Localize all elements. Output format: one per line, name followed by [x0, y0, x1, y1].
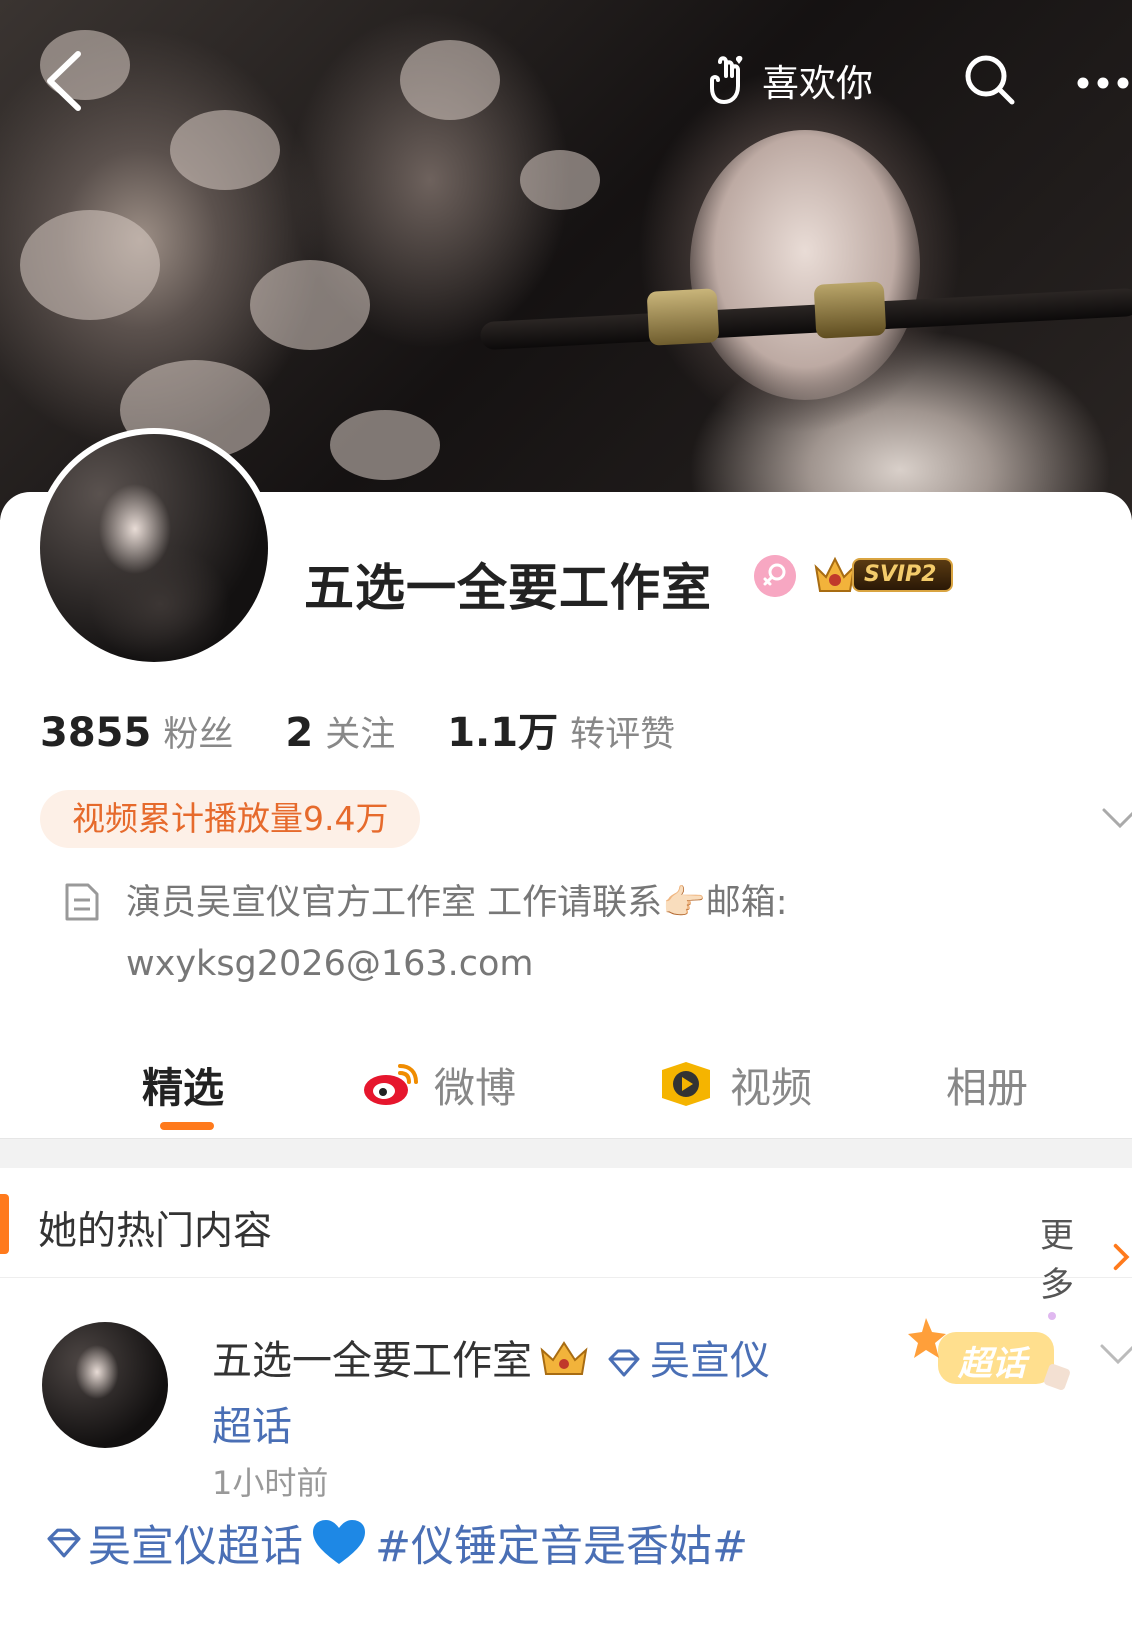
bio-text: 演员吴宣仪官方工作室 工作请联系👉🏻邮箱: — [126, 883, 788, 923]
female-icon — [754, 555, 796, 597]
diamond-icon — [608, 1349, 640, 1377]
section-divider — [0, 1138, 1132, 1168]
cover-sword-guard — [813, 281, 887, 339]
tab-album[interactable]: 相册 — [946, 1054, 1028, 1114]
diamond-icon — [47, 1528, 81, 1558]
svip-badge[interactable]: SVIP2 — [812, 553, 953, 597]
post-avatar[interactable] — [42, 1322, 168, 1448]
weibo-icon — [364, 1064, 418, 1105]
chaohua-badge[interactable]: 超话 — [902, 1310, 1082, 1406]
post-card[interactable]: 五选一全要工作室 吴宣仪超话 1小时前 超话 吴宣仪超话 #仪锤定音是香姑# — [0, 1280, 1132, 1626]
stat-value: 2 — [285, 710, 314, 756]
tab-weibo[interactable]: 微博 — [362, 1054, 516, 1114]
stat-value: 1.1万 — [447, 710, 559, 756]
bio-email: wxyksg2026@163.com — [126, 944, 534, 984]
blossom-decoration — [20, 210, 160, 320]
stat-label: 粉丝 — [163, 715, 234, 755]
cover-sword-guard — [646, 288, 720, 346]
tab-label: 精选 — [142, 1064, 224, 1112]
document-icon — [65, 883, 99, 921]
chevron-down-icon[interactable] — [1098, 1342, 1132, 1366]
post-time: 1小时前 — [212, 1464, 329, 1502]
stat-following[interactable]: 2 关注 — [285, 706, 395, 757]
chevron-right-icon — [1113, 1243, 1130, 1271]
hot-content-header: 她的热门内容 更多 — [0, 1168, 1132, 1305]
profile-stats: 3855 粉丝 2 关注 1.1万 转评赞 — [40, 700, 675, 758]
post-body-topic[interactable]: 吴宣仪超话 — [88, 1512, 303, 1574]
profile-avatar[interactable] — [34, 428, 274, 668]
blossom-decoration — [250, 260, 370, 350]
video-icon — [662, 1062, 710, 1106]
hand-heart-icon — [710, 55, 743, 105]
stat-value: 3855 — [40, 710, 152, 756]
stat-interactions[interactable]: 1.1万 转评赞 — [447, 700, 675, 758]
tab-label: 相册 — [946, 1064, 1028, 1112]
stat-label: 转评赞 — [570, 715, 676, 755]
section-accent-bar — [0, 1194, 9, 1254]
blue-heart-icon — [313, 1520, 365, 1564]
blossom-decoration — [330, 410, 440, 480]
cover-portrait — [690, 130, 920, 400]
video-play-count[interactable]: 视频累计播放量9.4万 — [40, 790, 421, 848]
tab-video[interactable]: 视频 — [656, 1054, 812, 1114]
more-icon[interactable] — [1076, 76, 1132, 90]
profile-tabs: 精选 微博 视频 相册 — [0, 1040, 1132, 1140]
avatar-image — [40, 434, 268, 662]
like-label: 喜欢你 — [762, 62, 873, 105]
search-icon[interactable] — [962, 52, 1016, 106]
like-button[interactable]: 喜欢你 — [706, 50, 873, 110]
tab-active-indicator — [160, 1122, 214, 1130]
post-body: 吴宣仪超话 #仪锤定音是香姑# — [44, 1512, 748, 1574]
chevron-down-icon[interactable] — [1100, 806, 1132, 830]
svip-label: SVIP2 — [852, 558, 953, 592]
top-bar: 喜欢你 — [0, 0, 1132, 160]
stat-label: 关注 — [325, 715, 396, 755]
section-title: 她的热门内容 — [38, 1209, 273, 1254]
tab-label: 视频 — [730, 1064, 812, 1112]
post-author-line: 五选一全要工作室 吴宣仪超话 — [212, 1328, 772, 1460]
back-icon[interactable] — [38, 48, 98, 114]
post-author-name[interactable]: 五选一全要工作室 — [212, 1338, 532, 1384]
stat-followers[interactable]: 3855 粉丝 — [40, 706, 233, 757]
chaohua-label: 超话 — [958, 1344, 1026, 1384]
profile-name: 五选一全要工作室 — [304, 559, 712, 617]
crown-icon — [540, 1341, 588, 1375]
post-hashtag[interactable]: #仪锤定音是香姑# — [375, 1512, 748, 1574]
tab-featured[interactable]: 精选 — [142, 1054, 224, 1114]
tab-label: 微博 — [434, 1064, 516, 1112]
